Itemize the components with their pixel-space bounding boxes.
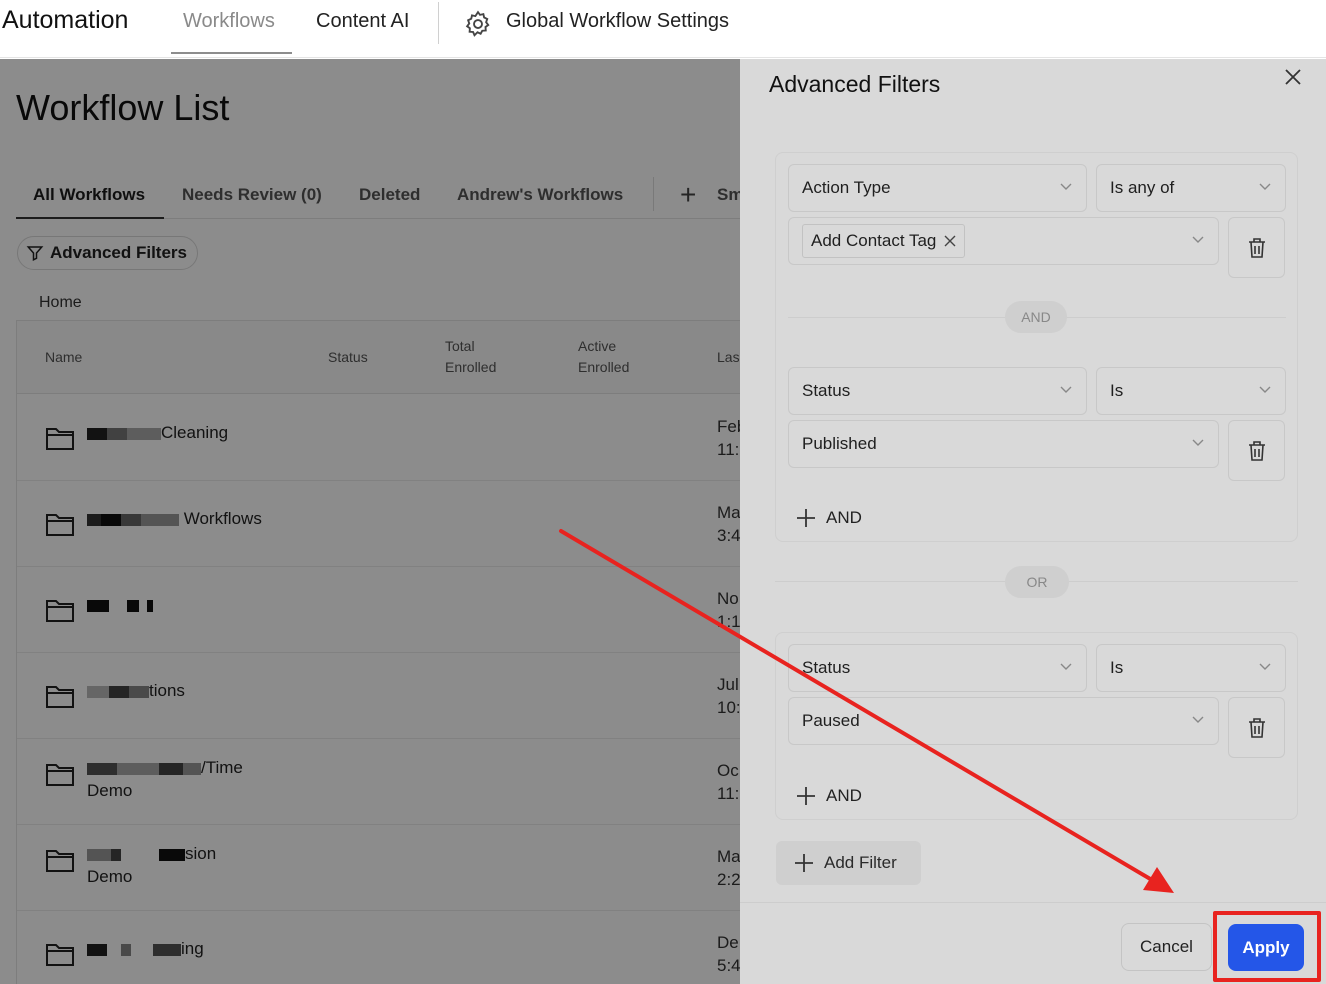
plus-icon (795, 854, 813, 872)
delete-filter-button[interactable] (1228, 697, 1285, 758)
delete-filter-button[interactable] (1228, 217, 1285, 278)
trash-icon (1249, 238, 1265, 258)
field-select[interactable]: Status (788, 644, 1087, 692)
tab-content-ai[interactable]: Content AI (316, 10, 409, 33)
operator-select-value: Is any of (1110, 178, 1175, 197)
operator-select[interactable]: Is (1096, 367, 1286, 415)
or-connector: OR (1005, 566, 1069, 598)
tag-label: Add Contact Tag (811, 231, 937, 250)
field-select[interactable]: Status (788, 367, 1087, 415)
operator-select[interactable]: Is any of (1096, 164, 1286, 212)
chevron-down-icon (1060, 386, 1072, 393)
global-workflow-settings-link[interactable]: Global Workflow Settings (506, 10, 729, 33)
operator-select-value: Is (1110, 658, 1124, 677)
tab-active-underline (171, 52, 292, 54)
add-filter-label: Add Filter (824, 853, 897, 872)
plus-icon (797, 787, 815, 805)
value-select[interactable]: Paused (788, 697, 1219, 745)
tab-workflows[interactable]: Workflows (183, 10, 275, 33)
add-and-button[interactable]: AND (796, 508, 862, 528)
add-and-button[interactable]: AND (796, 786, 862, 806)
chevron-down-icon (1259, 663, 1271, 670)
chevron-down-icon (1060, 183, 1072, 190)
selected-tag: Add Contact Tag (802, 224, 966, 258)
add-filter-button[interactable]: Add Filter (776, 841, 921, 885)
cancel-button[interactable]: Cancel (1121, 923, 1212, 971)
modal-backdrop[interactable] (0, 59, 740, 984)
value-select[interactable]: Published (788, 420, 1219, 468)
topbar-divider (438, 2, 439, 44)
operator-select-value: Is (1110, 381, 1124, 400)
field-select-value: Status (802, 381, 851, 400)
value-select-value: Published (802, 434, 877, 453)
chevron-down-icon (1192, 236, 1204, 243)
chevron-down-icon (1259, 183, 1271, 190)
field-select-value: Status (802, 658, 851, 677)
filter-group-2: Status Is Paused AND (775, 632, 1298, 820)
add-and-label: AND (826, 786, 862, 805)
advanced-filters-drawer: Advanced Filters Action Type Is any of A… (740, 59, 1326, 984)
field-select-value: Action Type (802, 178, 891, 197)
chevron-down-icon (1060, 663, 1072, 670)
value-select-value: Paused (802, 711, 860, 730)
plus-icon (797, 509, 815, 527)
operator-select[interactable]: Is (1096, 644, 1286, 692)
app-title: Automation (2, 6, 129, 34)
gear-icon[interactable] (463, 9, 493, 39)
delete-filter-button[interactable] (1228, 420, 1285, 481)
chevron-down-icon (1192, 439, 1204, 446)
chevron-down-icon (1192, 716, 1204, 723)
close-icon[interactable] (1283, 67, 1303, 87)
apply-button[interactable]: Apply (1228, 924, 1304, 971)
tag-remove-icon[interactable] (944, 235, 956, 247)
top-bar: Automation Workflows Content AI Global W… (0, 0, 1326, 58)
and-connector: AND (1005, 301, 1067, 333)
value-select[interactable]: Add Contact Tag (788, 217, 1219, 265)
trash-icon (1249, 718, 1265, 738)
trash-icon (1249, 441, 1265, 461)
drawer-title: Advanced Filters (769, 71, 941, 97)
chevron-down-icon (1259, 386, 1271, 393)
field-select[interactable]: Action Type (788, 164, 1087, 212)
drawer-footer-divider (740, 902, 1326, 903)
add-and-label: AND (826, 508, 862, 527)
filter-group-1: Action Type Is any of Add Contact Tag AN… (775, 152, 1298, 542)
